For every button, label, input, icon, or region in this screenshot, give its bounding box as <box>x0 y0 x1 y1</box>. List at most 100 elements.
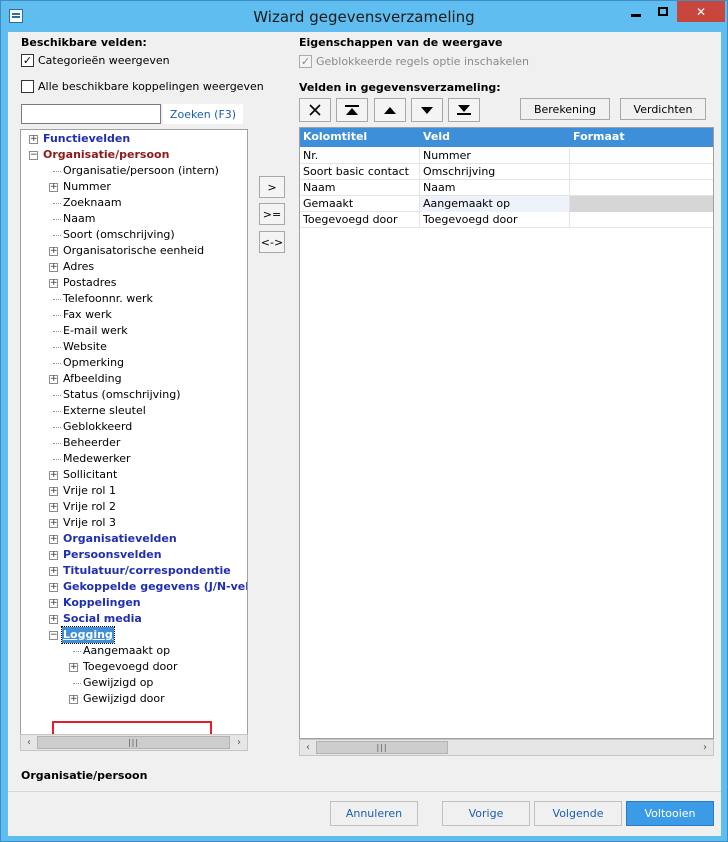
next-button[interactable]: Volgende <box>534 801 622 826</box>
delete-icon <box>309 104 321 116</box>
tree-horizontal-scrollbar[interactable]: ‹ ||| › <box>20 734 248 751</box>
move-bottom-icon <box>457 105 471 115</box>
delete-field-button[interactable] <box>299 98 331 122</box>
finish-label: Voltooien <box>644 807 696 820</box>
add-field-button[interactable]: > <box>259 176 285 198</box>
maximize-button[interactable] <box>650 1 676 22</box>
move-down-button[interactable] <box>411 98 443 122</box>
expand-icon[interactable]: + <box>69 695 78 704</box>
search-button[interactable]: Zoeken (F3) <box>163 104 243 124</box>
calculation-button[interactable]: Berekening <box>520 98 610 120</box>
swap-button[interactable]: <-> <box>259 231 285 253</box>
expand-icon[interactable]: + <box>29 135 38 144</box>
expand-icon[interactable]: + <box>49 247 58 256</box>
expand-icon[interactable]: + <box>49 615 58 624</box>
expand-icon[interactable]: + <box>49 535 58 544</box>
cell-field[interactable]: Aangemaakt op <box>420 196 570 212</box>
table-row[interactable]: Soort basic contact Omschrijving <box>300 164 713 180</box>
expand-icon[interactable]: + <box>69 663 78 672</box>
tree-connector <box>53 299 61 300</box>
move-bottom-button[interactable] <box>448 98 480 122</box>
close-button[interactable]: ✕ <box>677 1 725 22</box>
previous-button[interactable]: Vorige <box>442 801 530 826</box>
table-row[interactable]: Nr. Nummer <box>300 148 713 164</box>
column-header-field[interactable]: Veld <box>423 130 450 143</box>
wizard-window: Wizard gegevensverzameling ✕ Beschikbare… <box>0 0 728 842</box>
show-categories-checkbox[interactable]: ✓ Categorieën weergeven <box>21 54 170 67</box>
tree-node-label: Postadres <box>63 276 117 289</box>
maximize-icon <box>658 7 668 16</box>
expand-icon[interactable]: + <box>49 279 58 288</box>
scroll-right-icon[interactable]: › <box>231 735 247 750</box>
scroll-thumb[interactable]: ||| <box>37 736 230 749</box>
tree-connector <box>53 363 61 364</box>
finish-button[interactable]: Voltooien <box>626 801 714 826</box>
minimize-button[interactable] <box>623 1 649 22</box>
table-row[interactable]: Gemaakt Aangemaakt op <box>300 196 713 212</box>
cancel-label: Annuleren <box>345 807 403 820</box>
tree-node-label: Telefoonnr. werk <box>63 292 153 305</box>
tree-connector <box>73 683 81 684</box>
scroll-thumb[interactable]: ||| <box>316 741 448 754</box>
move-top-button[interactable] <box>336 98 368 122</box>
tree-node-label: Sollicitant <box>63 468 118 481</box>
expand-icon[interactable]: + <box>49 263 58 272</box>
expand-icon[interactable]: + <box>49 567 58 576</box>
tree-node-label: Aangemaakt op <box>83 644 171 657</box>
add-all-fields-button[interactable]: >= <box>259 203 285 225</box>
scroll-right-icon[interactable]: › <box>697 740 713 755</box>
cell-title[interactable]: Toegevoegd door <box>300 212 420 228</box>
column-header-format[interactable]: Formaat <box>573 130 625 143</box>
expand-icon[interactable]: + <box>49 183 58 192</box>
tree-connector <box>53 443 61 444</box>
tree-connector <box>73 651 81 652</box>
move-up-button[interactable] <box>374 98 406 122</box>
cell-format[interactable] <box>570 148 713 164</box>
scroll-left-icon[interactable]: ‹ <box>300 740 316 755</box>
cell-title[interactable]: Soort basic contact <box>300 164 420 180</box>
show-categories-label: Categorieën weergeven <box>38 54 170 67</box>
cell-format[interactable] <box>570 212 713 228</box>
column-header-title[interactable]: Kolomtitel <box>303 130 367 143</box>
cancel-button[interactable]: Annuleren <box>330 801 418 826</box>
expand-icon[interactable]: + <box>49 487 58 496</box>
cell-title[interactable]: Nr. <box>300 148 420 164</box>
expand-icon[interactable]: + <box>49 503 58 512</box>
dataset-fields-grid[interactable]: Kolomtitel Veld Formaat Nr. Nummer Soort b… <box>299 127 714 739</box>
tree-node-label: Medewerker <box>63 452 131 465</box>
calculation-label: Berekening <box>533 102 597 116</box>
table-row[interactable]: Naam Naam <box>300 180 713 196</box>
collapse-icon[interactable]: − <box>29 151 38 160</box>
search-input[interactable] <box>21 104 161 124</box>
move-top-icon <box>345 105 359 115</box>
show-all-links-label: Alle beschikbare koppelingen weergeven <box>38 80 264 93</box>
expand-icon[interactable]: + <box>49 375 58 384</box>
table-row[interactable]: Toegevoegd door Toegevoegd door <box>300 212 713 228</box>
checkmark-icon: ✓ <box>21 54 34 67</box>
cell-field[interactable]: Naam <box>420 180 570 196</box>
cell-format[interactable] <box>570 180 713 196</box>
cell-title[interactable]: Gemaakt <box>300 196 420 212</box>
expand-icon[interactable]: + <box>49 471 58 480</box>
collapse-icon[interactable]: − <box>49 631 58 640</box>
cell-field[interactable]: Nummer <box>420 148 570 164</box>
cell-field[interactable]: Toegevoegd door <box>420 212 570 228</box>
expand-icon[interactable]: + <box>49 583 58 592</box>
tree-node-label: Organisatie/persoon (intern) <box>63 164 219 177</box>
grid-horizontal-scrollbar[interactable]: ‹ ||| › <box>299 739 714 756</box>
available-fields-tree[interactable]: + Functievelden − Organisatie/persoon Organi… <box>20 129 248 751</box>
tree-node-label: Fax werk <box>63 308 112 321</box>
expand-icon[interactable]: + <box>49 599 58 608</box>
show-all-links-checkbox[interactable]: Alle beschikbare koppelingen weergeven <box>21 80 264 93</box>
expand-icon[interactable]: + <box>49 551 58 560</box>
scroll-left-icon[interactable]: ‹ <box>21 735 37 750</box>
cell-field[interactable]: Omschrijving <box>420 164 570 180</box>
cell-title[interactable]: Naam <box>300 180 420 196</box>
tree-node-label: Organisatorische eenheid <box>63 244 205 257</box>
expand-icon[interactable]: + <box>49 519 58 528</box>
tree-node-label: Afbeelding <box>63 372 122 385</box>
blocked-rules-checkbox[interactable]: ✓ Geblokkeerde regels optie inschakelen <box>299 55 529 68</box>
cell-format[interactable] <box>570 196 713 212</box>
cell-format[interactable] <box>570 164 713 180</box>
compress-button[interactable]: Verdichten <box>620 98 706 120</box>
